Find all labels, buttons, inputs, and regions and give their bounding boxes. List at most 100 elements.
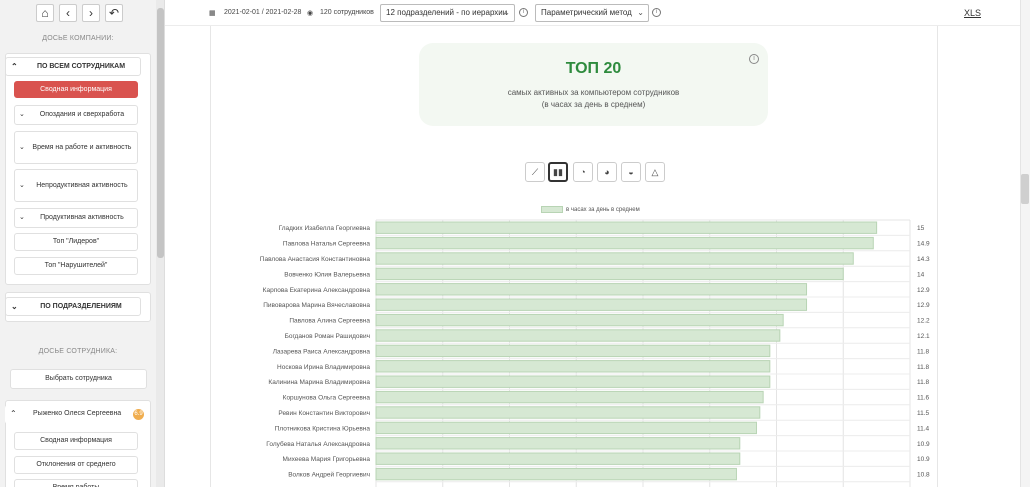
category-label: Пивоварова Марина Вячеславовна xyxy=(263,302,370,309)
info-icon[interactable]: i xyxy=(749,54,759,64)
employee-dossier-title: ДОСЬЕ СОТРУДНИКА: xyxy=(38,348,118,355)
data-label: 10.8 xyxy=(917,472,930,479)
sidebar-item-lateness[interactable]: ⌄ Опоздания и сверхработа xyxy=(14,105,138,125)
user-icon: ◉ xyxy=(307,10,314,17)
category-label: Павлова Алина Сергеевна xyxy=(289,318,370,325)
bar[interactable] xyxy=(375,236,874,250)
bar[interactable] xyxy=(375,437,741,450)
data-label: 10.9 xyxy=(917,441,930,448)
category-label: Голубева Наталья Александровна xyxy=(266,440,370,448)
chevron-down-icon: ⌄ xyxy=(503,8,510,17)
bar[interactable] xyxy=(375,360,771,373)
chevron-down-icon: ⌄ xyxy=(11,302,18,311)
sidebar-item-top-leaders[interactable]: Топ "Лидеров" xyxy=(14,233,138,251)
chevron-left-icon[interactable]: ‹ xyxy=(59,4,77,22)
data-label: 12.9 xyxy=(917,287,930,294)
date-range[interactable]: 2021-02-01 / 2021-02-28 xyxy=(224,9,301,16)
employee-item-work-time[interactable]: Время работы xyxy=(14,479,138,487)
sidebar-item-top-violators[interactable]: Топ "Нарушителей" xyxy=(14,257,138,275)
category-label: Коршунова Ольга Сергеевна xyxy=(283,395,371,402)
employees-count[interactable]: 120 сотрудников xyxy=(320,9,374,16)
polar-chart-icon[interactable]: △ xyxy=(645,162,665,182)
bar[interactable] xyxy=(375,406,761,419)
bar[interactable] xyxy=(375,298,808,311)
bar[interactable] xyxy=(375,283,808,296)
calendar-icon: ▦ xyxy=(209,10,216,17)
data-label: 11.6 xyxy=(917,395,930,402)
bar[interactable] xyxy=(375,421,757,435)
sidebar-item-work-time[interactable]: ⌄ Время на работе и активность xyxy=(14,131,138,164)
filter-bar: ▦ 2021-02-01 / 2021-02-28 ◉ 120 сотрудни… xyxy=(165,0,1030,26)
sidebar-item-productive[interactable]: ⌄ Продуктивная активность xyxy=(14,208,138,228)
report-title: ТОП 20 xyxy=(565,60,622,77)
bar[interactable] xyxy=(375,313,784,327)
chevron-down-icon: ⌄ xyxy=(19,181,25,189)
bar[interactable] xyxy=(375,252,854,265)
data-label: 14 xyxy=(917,271,925,278)
page-scrollbar-thumb[interactable] xyxy=(1021,174,1029,204)
report-card: ТОП 20 самых активных за компьютером сот… xyxy=(419,43,768,126)
select-employee-button[interactable]: Выбрать сотрудника xyxy=(10,369,147,389)
undo-icon[interactable]: ↶ xyxy=(105,4,123,22)
category-label: Михеева Мария Григорьевна xyxy=(283,456,371,463)
chevron-down-icon: ⌄ xyxy=(19,143,25,151)
category-label: Павлова Наталья Сергеевна xyxy=(283,241,370,248)
method-select[interactable]: Параметрический метод ⌄ xyxy=(535,4,649,22)
category-label: Волков Андрей Георгиевич xyxy=(288,471,370,479)
all-employees-header[interactable]: ⌃ ПО ВСЕМ СОТРУДНИКАМ xyxy=(5,57,141,76)
data-label: 14.9 xyxy=(917,241,930,248)
employee-header[interactable]: ⌃ Рыженко Олеся Сергеевна xyxy=(5,405,141,424)
bar[interactable] xyxy=(375,329,781,342)
category-label: Богданов Роман Рашидович xyxy=(285,333,370,340)
bar-chart-icon[interactable]: ▮▮ xyxy=(548,162,568,182)
bar[interactable] xyxy=(375,467,737,481)
category-label: Павлова Анастасия Константиновна xyxy=(260,256,371,263)
data-label: 11.8 xyxy=(917,348,930,355)
data-label: 11.8 xyxy=(917,364,930,371)
radar-chart-icon[interactable]: ◒ xyxy=(621,162,641,182)
sidebar-item-summary[interactable]: Сводная информация xyxy=(14,81,138,98)
chevron-down-icon: ⌄ xyxy=(19,214,25,221)
data-label: 15 xyxy=(917,225,925,232)
data-label: 14.3 xyxy=(917,256,930,263)
pie-chart-icon[interactable]: ◕ xyxy=(597,162,617,182)
employee-item-summary[interactable]: Сводная информация xyxy=(14,432,138,450)
bar[interactable] xyxy=(375,452,741,465)
legend-label: в часах за день в среднем xyxy=(566,206,640,213)
departments-select[interactable]: 12 подразделений - по иерархии ⌄ xyxy=(380,4,515,22)
data-label: 12.2 xyxy=(917,318,930,325)
sidebar-item-unproductive[interactable]: ⌄ Непродуктивная активность xyxy=(14,169,138,202)
category-label: Калинина Марина Владимировна xyxy=(268,379,370,386)
category-label: Носкова Ирина Владимировна xyxy=(277,364,370,371)
chevron-up-icon: ⌃ xyxy=(10,409,17,418)
page-scrollbar[interactable] xyxy=(1020,0,1030,487)
category-label: Гладких Изабелла Георгиевна xyxy=(279,224,371,232)
data-label: 12.9 xyxy=(917,302,930,309)
home-icon[interactable]: ⌂ xyxy=(36,4,54,22)
bar[interactable] xyxy=(375,390,764,404)
employee-item-deviations[interactable]: Отклонения от среднего xyxy=(14,456,138,474)
category-label: Карпова Екатерина Александровна xyxy=(263,287,371,294)
bar[interactable] xyxy=(375,221,878,234)
data-label: 11.4 xyxy=(917,425,930,432)
company-dossier-title: ДОСЬЕ КОМПАНИИ: xyxy=(42,35,114,42)
data-label: 11.8 xyxy=(917,379,930,386)
info-icon[interactable]: i xyxy=(652,8,661,17)
bar[interactable] xyxy=(375,267,844,281)
sidebar: ⌂ ‹ › ↶ ДОСЬЕ КОМПАНИИ: ⌃ ПО ВСЕМ СОТРУД… xyxy=(0,0,165,487)
bar[interactable] xyxy=(375,375,771,388)
line-chart-icon[interactable]: ⟋ xyxy=(525,162,545,182)
departments-header[interactable]: ⌄ ПО ПОДРАЗДЕЛЕНИЯМ xyxy=(5,297,141,316)
donut-chart-icon[interactable]: ◔ xyxy=(573,162,593,182)
chevron-down-icon: ⌄ xyxy=(637,8,644,17)
chevron-down-icon: ⌄ xyxy=(19,111,25,118)
category-label: Вовченко Юлия Валерьевна xyxy=(284,271,370,278)
info-icon[interactable]: i xyxy=(519,8,528,17)
data-label: 10.9 xyxy=(917,456,930,463)
chart-legend[interactable]: в часах за день в среднем xyxy=(541,206,640,213)
bar[interactable] xyxy=(375,344,771,358)
employee-score-badge: 6.9 xyxy=(133,409,144,420)
export-xls-link[interactable]: XLS xyxy=(964,8,981,18)
sidebar-scrollbar-thumb[interactable] xyxy=(157,8,164,258)
chevron-right-icon[interactable]: › xyxy=(82,4,100,22)
